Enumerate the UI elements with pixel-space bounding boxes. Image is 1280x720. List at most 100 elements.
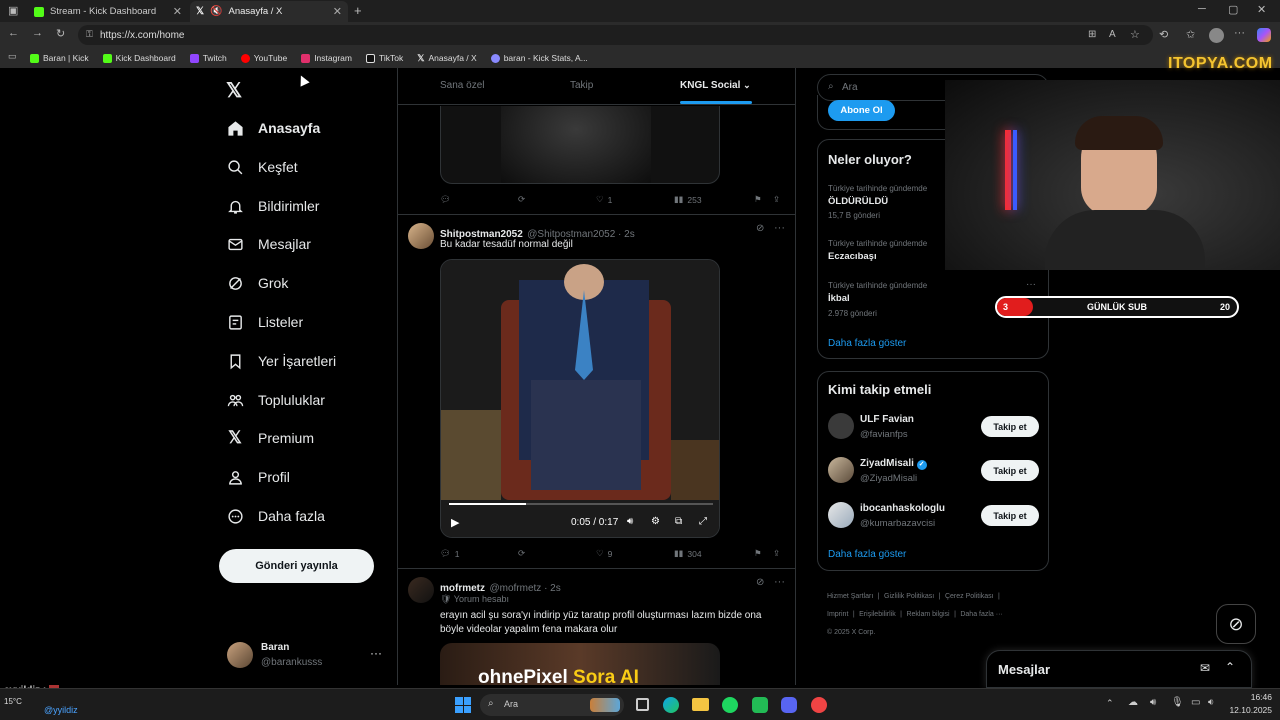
volume-icon[interactable]: 🔊︎: [1150, 697, 1156, 708]
more-icon[interactable]: ···: [774, 222, 785, 234]
tab-kick-dashboard[interactable]: Stream - Kick Dashboard ✕: [28, 1, 188, 22]
tweet-media[interactable]: [440, 106, 720, 184]
maximize-button[interactable]: ▢: [1228, 3, 1238, 16]
play-icon[interactable]: ▶: [451, 516, 459, 529]
nav-item-home[interactable]: Anasayfa: [226, 115, 320, 141]
views-button[interactable]: ▮▮ 304: [674, 548, 702, 559]
chevron-up-icon[interactable]: ⌃: [1225, 660, 1235, 674]
subscribe-button[interactable]: Abone Ol: [828, 100, 895, 121]
tab-actions-icon[interactable]: ▣: [8, 4, 18, 17]
pip-icon[interactable]: ⧉: [675, 516, 682, 527]
clock-time[interactable]: 16:46: [1232, 692, 1272, 702]
more-icon[interactable]: ···: [1026, 279, 1036, 290]
start-icon[interactable]: [455, 697, 471, 713]
more-icon[interactable]: ···: [774, 576, 785, 588]
follow-suggestion[interactable]: ibocanhaskologlu @kumarbazavcisi Takip e…: [818, 497, 1048, 537]
favorite-item[interactable]: Kick Dashboard: [102, 53, 176, 63]
footer-link[interactable]: Hizmet Şartları: [827, 593, 873, 600]
more-icon[interactable]: ···: [370, 646, 382, 660]
nav-item-lists[interactable]: Listeler: [226, 309, 303, 335]
show-more-link[interactable]: Daha fazla göster: [828, 549, 906, 560]
grok-floating-button[interactable]: ⊘: [1216, 604, 1256, 644]
footer-link[interactable]: Imprint: [827, 611, 848, 618]
footer-link[interactable]: Reklam bilgisi: [906, 611, 949, 618]
app-icon[interactable]: [811, 697, 827, 713]
nav-item-profile[interactable]: Profil: [226, 464, 290, 490]
weather-temp[interactable]: 15°C: [4, 697, 22, 706]
nav-item-messages[interactable]: Mesajlar: [226, 231, 311, 257]
tray-icon[interactable]: ☁: [1128, 697, 1138, 708]
refresh-icon[interactable]: ↻: [56, 27, 65, 40]
apps-icon[interactable]: ⊞: [1088, 29, 1096, 40]
favorite-item[interactable]: 𝕏 Anasayfa / X: [417, 53, 476, 64]
network-icon[interactable]: ▭: [1191, 697, 1200, 708]
speaker-icon[interactable]: 🔉︎: [1208, 697, 1214, 708]
bookmark-button[interactable]: ⚑: [754, 194, 762, 205]
chevron-up-icon[interactable]: ⌃: [1106, 698, 1114, 709]
url-input[interactable]: ⚿ https://x.com/home: [78, 25, 1153, 45]
avatar[interactable]: [408, 223, 434, 249]
spotify-icon[interactable]: [722, 697, 738, 713]
close-icon[interactable]: ✕: [333, 5, 342, 18]
follow-button[interactable]: Takip et: [981, 505, 1039, 526]
share-button[interactable]: ⇪: [773, 194, 780, 205]
favorite-star-icon[interactable]: ☆: [1130, 28, 1140, 41]
account-switcher[interactable]: Baran @barankusss ···: [226, 640, 391, 672]
follow-button[interactable]: Takip et: [981, 460, 1039, 481]
close-window-button[interactable]: ✕: [1257, 3, 1266, 16]
retweet-button[interactable]: ⟳: [518, 548, 525, 559]
settings-icon[interactable]: ⚙: [651, 516, 660, 527]
tab-x-home[interactable]: 𝕏 🔇 Anasayfa / X ✕: [190, 1, 348, 22]
nav-item-notifications[interactable]: Bildirimler: [226, 193, 319, 219]
favorite-item[interactable]: Instagram: [301, 53, 352, 63]
minimize-button[interactable]: ─: [1198, 3, 1206, 15]
mic-icon[interactable]: 🎙︎: [1171, 697, 1184, 708]
volume-icon[interactable]: 🔊︎: [627, 516, 633, 527]
nav-item-grok[interactable]: Grok: [226, 270, 288, 296]
back-icon[interactable]: ←: [8, 27, 19, 39]
nav-item-more[interactable]: Daha fazla: [226, 503, 325, 529]
tweet-media[interactable]: ohnePixel Sora AI: [440, 643, 720, 685]
tweet-author-name[interactable]: mofrmetz: [440, 583, 485, 594]
post-button[interactable]: Gönderi yayınla: [219, 549, 374, 583]
copilot-icon[interactable]: [1257, 28, 1271, 42]
footer-link[interactable]: Gizlilik Politikası: [884, 593, 934, 600]
reply-button[interactable]: 💬︎ 1: [440, 548, 460, 559]
favorite-item[interactable]: baran - Kick Stats, A...: [490, 53, 588, 63]
forward-icon[interactable]: →: [32, 27, 43, 39]
reply-button[interactable]: 💬︎: [440, 194, 451, 205]
favorite-item[interactable]: YouTube: [240, 53, 287, 63]
nav-item-premium[interactable]: 𝕏 Premium: [226, 425, 314, 451]
follow-button[interactable]: Takip et: [981, 416, 1039, 437]
follow-suggestion[interactable]: ULF Favian @favianfps Takip et: [818, 408, 1048, 448]
tweet-video[interactable]: ▶ 0:05 / 0:17 🔊︎ ⚙ ⧉ ⤢: [440, 259, 720, 538]
follow-suggestion[interactable]: ZiyadMisali ✓ @ZiyadMisali Takip et: [818, 452, 1048, 492]
new-tab-button[interactable]: +: [354, 3, 362, 18]
nav-item-bookmarks[interactable]: Yer İşaretleri: [226, 348, 336, 374]
video-progress-track[interactable]: [449, 503, 713, 505]
show-more-link[interactable]: Daha fazla göster: [828, 338, 906, 349]
x-logo-icon[interactable]: 𝕏: [226, 78, 242, 103]
footer-link[interactable]: Erişilebilirlik: [859, 611, 896, 618]
discord-icon[interactable]: [781, 697, 797, 713]
favorite-item[interactable]: TikTok: [365, 53, 403, 63]
like-button[interactable]: ♡ 1: [596, 194, 612, 205]
reading-list-icon[interactable]: ▭: [8, 51, 17, 62]
fullscreen-icon[interactable]: ⤢: [699, 516, 707, 527]
bookmark-button[interactable]: ⚑: [754, 548, 762, 559]
app-icon[interactable]: [752, 697, 768, 713]
tab-for-you[interactable]: Sana özel: [440, 80, 484, 91]
retweet-button[interactable]: ⟳: [518, 194, 525, 205]
muted-speaker-icon[interactable]: 🔇: [210, 6, 222, 17]
edge-icon[interactable]: [663, 697, 679, 713]
file-explorer-icon[interactable]: [692, 698, 709, 711]
avatar[interactable]: [408, 577, 434, 603]
close-icon[interactable]: ✕: [173, 5, 182, 18]
grok-icon[interactable]: ⊘: [756, 223, 764, 234]
read-aloud-icon[interactable]: A: [1109, 29, 1116, 40]
favorite-item[interactable]: Baran | Kick: [30, 53, 89, 63]
clock-date[interactable]: 12.10.2025: [1218, 705, 1272, 715]
task-view-icon[interactable]: [636, 698, 649, 711]
share-button[interactable]: ⇪: [773, 548, 780, 559]
footer-link[interactable]: Çerez Politikası: [945, 593, 994, 600]
